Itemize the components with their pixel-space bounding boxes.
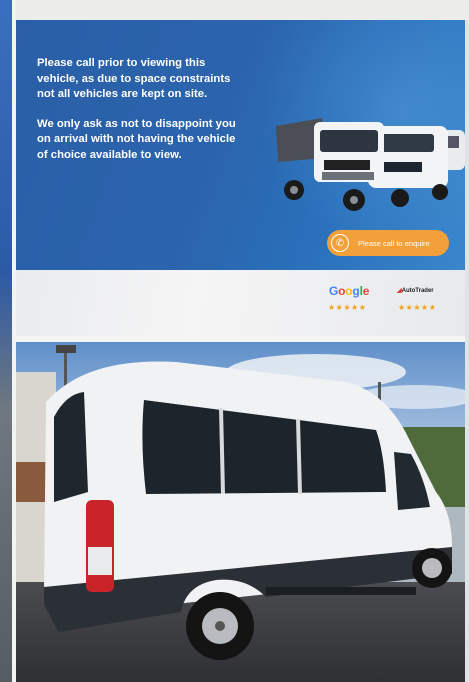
reviews-bar: Google ★★★★★ ◢AutoTrader ★★★★★	[16, 270, 465, 336]
tail-light	[86, 500, 114, 592]
autotrader-logo: ◢AutoTrader	[397, 288, 434, 294]
banner-paragraph-1: Please call prior to viewing this vehicl…	[37, 57, 231, 101]
google-rating-stars: ★★★★★	[328, 303, 367, 312]
google-logo: Google	[329, 284, 370, 298]
phone-icon: ✆	[331, 234, 349, 252]
commercial-vehicles-image	[276, 118, 465, 211]
adjacent-photo-edge	[0, 0, 12, 682]
top-margin	[16, 0, 469, 20]
dealer-info-banner: Please call prior to viewing this vehicl…	[16, 20, 465, 270]
autotrader-rating-stars: ★★★★★	[398, 303, 437, 312]
banner-paragraph-2: We only ask as not to disappoint you on …	[37, 117, 236, 161]
banner-text: Please call prior to viewing this vehicl…	[37, 56, 242, 178]
cta-label: Please call to enquire	[358, 238, 430, 248]
call-to-enquire-button[interactable]: ✆ Please call to enquire	[327, 230, 449, 256]
minibus-photo-svg	[16, 342, 465, 682]
minibus-photo	[16, 342, 465, 682]
